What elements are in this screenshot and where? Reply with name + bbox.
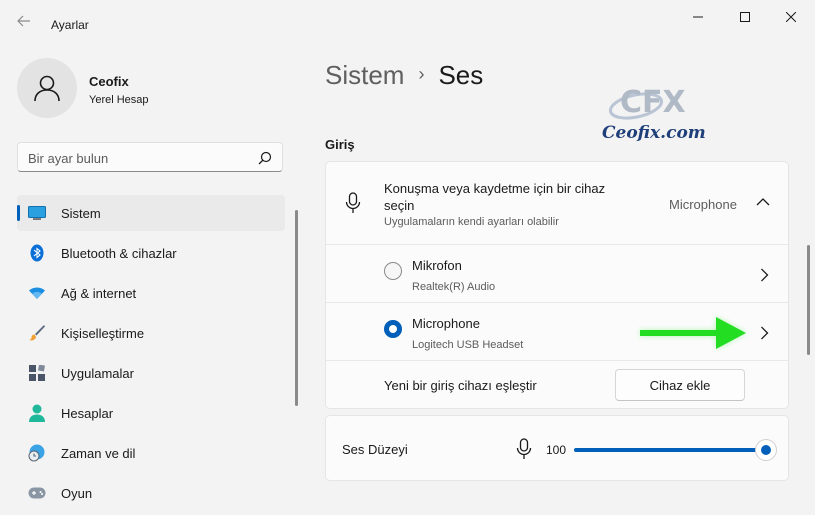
sidebar-item-label: Bluetooth & cihazlar: [61, 246, 177, 261]
minimize-button[interactable]: [675, 0, 721, 34]
microphone-icon: [516, 438, 532, 459]
device-radio[interactable]: [384, 262, 402, 280]
user-icon: [34, 75, 60, 102]
input-device-card: Konuşma veya kaydetme için bir cihaz seç…: [325, 161, 789, 409]
close-button[interactable]: [768, 0, 814, 34]
user-name: Ceofix: [89, 74, 129, 89]
sidebar-item-system[interactable]: Sistem: [17, 195, 285, 231]
brush-icon: [28, 324, 46, 342]
pair-device-row: Yeni bir giriş cihazı eşleştir Cihaz ekl…: [326, 360, 788, 408]
minimize-icon: [693, 16, 703, 18]
sidebar-item-label: Kişiselleştirme: [61, 326, 145, 341]
bluetooth-icon: [28, 244, 46, 262]
main-scrollbar[interactable]: [807, 245, 810, 355]
app-title: Ayarlar: [51, 18, 89, 32]
device-row-mikrofon[interactable]: Mikrofon Realtek(R) Audio: [326, 244, 788, 303]
choose-device-subtitle: Uygulamaların kendi ayarları olabilir: [384, 216, 559, 228]
volume-value: 100: [546, 443, 567, 457]
sidebar-item-gaming[interactable]: Oyun: [17, 475, 285, 511]
device-description: Realtek(R) Audio: [412, 281, 496, 293]
clock-globe-icon: [28, 444, 46, 462]
watermark-site: Ceofix.com: [602, 123, 706, 143]
sidebar-item-personalization[interactable]: Kişiselleştirme: [17, 315, 285, 351]
title-bar: Ayarlar: [0, 0, 815, 36]
choose-input-device-row[interactable]: Konuşma veya kaydetme için bir cihaz seç…: [326, 162, 788, 244]
green-arrow-icon: [640, 317, 746, 349]
page-title: Ses: [438, 60, 484, 90]
sidebar-nav: Sistem Bluetooth & cihazlar Ağ & interne…: [17, 195, 285, 515]
sidebar-item-label: Zaman ve dil: [61, 446, 136, 461]
back-button[interactable]: [10, 10, 38, 32]
settings-window: Ayarlar Ceofix Yerel Hesap Bir ayar bulu…: [0, 0, 815, 515]
close-icon: [786, 12, 796, 22]
choose-device-title: Konuşma veya kaydetme için bir cihaz seç…: [384, 181, 606, 213]
avatar: [17, 58, 77, 118]
slider-track: [574, 448, 766, 452]
input-volume-card: Ses Düzeyi 100: [325, 415, 789, 481]
selected-device-value: Microphone: [669, 197, 737, 212]
monitor-icon: [28, 204, 46, 222]
cfx-logo-icon: CFX: [608, 85, 686, 120]
maximize-icon: [740, 12, 750, 22]
device-row-microphone[interactable]: Microphone Logitech USB Headset: [326, 302, 788, 361]
device-radio-selected[interactable]: [384, 320, 402, 338]
breadcrumb-parent[interactable]: Sistem: [325, 60, 404, 90]
breadcrumb: Sistem › Ses: [325, 60, 483, 91]
sidebar-scrollbar[interactable]: [295, 210, 298, 406]
account-type: Yerel Hesap: [89, 94, 149, 106]
sidebar-item-time-language[interactable]: Zaman ve dil: [17, 435, 285, 471]
volume-label: Ses Düzeyi: [342, 442, 408, 457]
sidebar-item-label: Hesaplar: [61, 406, 114, 421]
add-device-button[interactable]: Cihaz ekle: [615, 369, 745, 401]
device-name: Mikrofon: [412, 258, 462, 273]
sidebar-item-label: Ağ & internet: [61, 286, 137, 301]
person-icon: [28, 404, 46, 422]
sidebar-item-accounts[interactable]: Hesaplar: [17, 395, 285, 431]
ceofix-watermark: CFX Ceofix.com: [600, 80, 712, 143]
sidebar-item-network[interactable]: Ağ & internet: [17, 275, 285, 311]
device-name: Microphone: [412, 316, 480, 331]
sidebar-item-label: Uygulamalar: [61, 366, 134, 381]
search-box: [17, 142, 283, 173]
chevron-right-icon[interactable]: [760, 326, 769, 340]
wifi-icon: [28, 284, 46, 302]
input-section-title: Giriş: [325, 137, 355, 152]
sidebar-item-label: Oyun: [61, 486, 93, 501]
sidebar-item-bluetooth[interactable]: Bluetooth & cihazlar: [17, 235, 285, 271]
pair-device-label: Yeni bir giriş cihazı eşleştir: [384, 378, 537, 393]
sidebar-item-apps[interactable]: Uygulamalar: [17, 355, 285, 391]
search-icon[interactable]: [258, 151, 272, 165]
slider-thumb[interactable]: [756, 440, 776, 460]
sidebar-item-label: Sistem: [61, 206, 101, 221]
svg-text:CFX: CFX: [620, 85, 686, 120]
apps-icon: [28, 364, 46, 382]
back-arrow-icon: [17, 15, 30, 27]
device-description: Logitech USB Headset: [412, 339, 524, 351]
gamepad-icon: [28, 484, 46, 502]
breadcrumb-separator: ›: [418, 64, 425, 84]
volume-slider[interactable]: [574, 440, 776, 460]
maximize-button[interactable]: [722, 0, 768, 34]
chevron-up-icon[interactable]: [756, 197, 770, 207]
chevron-right-icon[interactable]: [760, 268, 769, 282]
search-input[interactable]: [18, 143, 260, 173]
microphone-icon: [345, 192, 361, 213]
